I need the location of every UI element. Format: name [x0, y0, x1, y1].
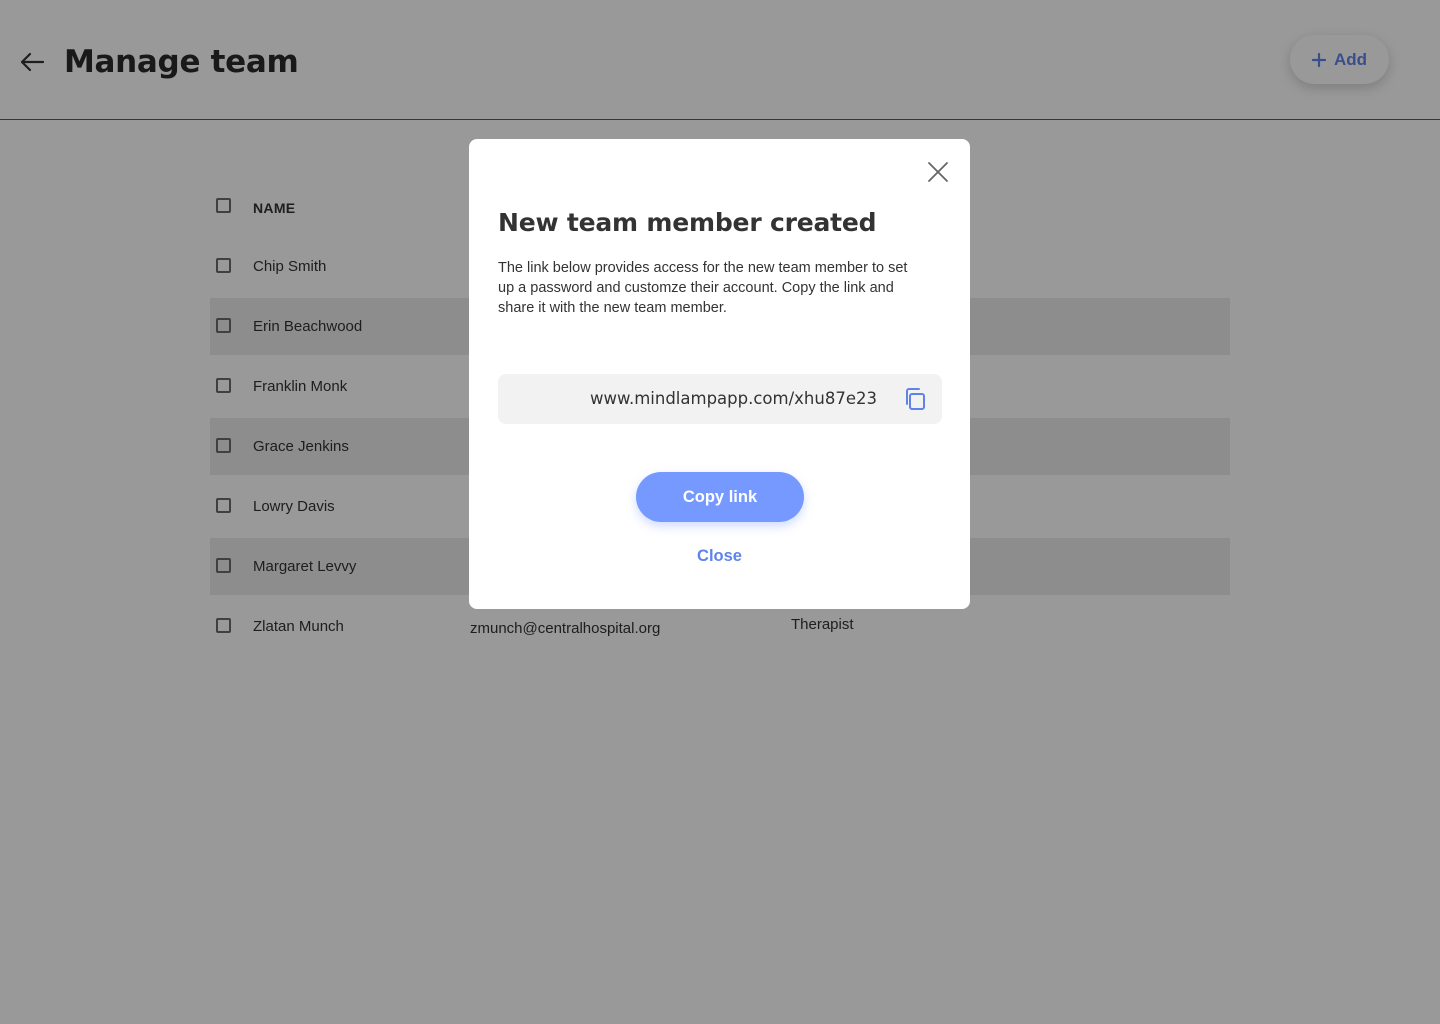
close-link[interactable]: Close [469, 547, 970, 566]
copy-link-button[interactable]: Copy link [636, 472, 804, 522]
invite-link-text: www.mindlampapp.com/xhu87e23 [590, 389, 877, 408]
dialog-close-button[interactable] [926, 160, 950, 184]
copy-icon [906, 388, 925, 410]
invite-link-field[interactable]: www.mindlampapp.com/xhu87e23 [498, 374, 942, 424]
dialog-description: The link below provides access for the n… [498, 260, 908, 316]
new-member-dialog: New team member created The link below p… [469, 139, 970, 609]
dialog-title: New team member created [498, 208, 877, 237]
copy-link-icon-button[interactable] [903, 387, 927, 411]
close-icon [928, 162, 948, 182]
